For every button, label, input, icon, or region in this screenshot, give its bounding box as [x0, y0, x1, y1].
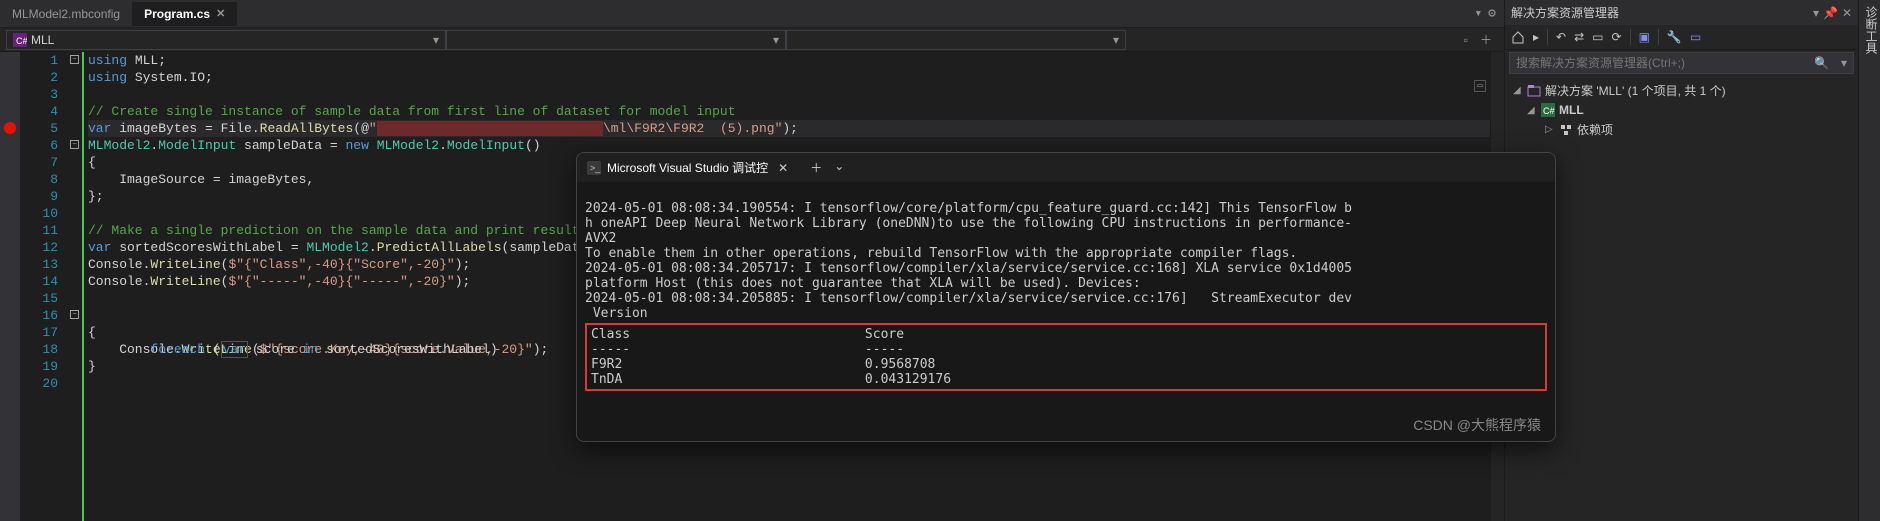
- caret-icon[interactable]: ▸: [1533, 30, 1539, 44]
- split-icon[interactable]: ▫: [1458, 33, 1474, 47]
- dependencies-icon: [1559, 123, 1573, 137]
- close-icon[interactable]: ✕: [1842, 6, 1852, 20]
- solution-explorer-header[interactable]: 解决方案资源管理器 ▾ 📌 ✕: [1505, 0, 1858, 25]
- search-icon[interactable]: 🔍: [1808, 56, 1835, 70]
- solution-label: 解决方案 'MLL' (1 个项目, 共 1 个): [1545, 82, 1726, 99]
- home-icon[interactable]: [1511, 30, 1525, 44]
- line-number-gutter: 1234567891011121314151617181920: [20, 52, 68, 521]
- overflow-icon[interactable]: ▾: [1474, 6, 1482, 21]
- console-output[interactable]: 2024-05-01 08:08:34.190554: I tensorflow…: [577, 182, 1555, 441]
- split-view-icon[interactable]: ▭: [1474, 80, 1486, 92]
- chevron-down-icon: ▾: [773, 33, 779, 47]
- breadcrumb-bar: C# MLL ▾ ▾ ▾ ▫ ＋: [0, 28, 1504, 52]
- chevron-down-icon[interactable]: ⌄: [834, 159, 844, 176]
- terminal-icon: >_: [587, 161, 601, 175]
- gear-icon[interactable]: ⚙: [1488, 6, 1496, 21]
- tab-label: MLModel2.mbconfig: [12, 7, 120, 21]
- close-icon[interactable]: ✕: [778, 161, 788, 175]
- csharp-icon: C#: [13, 33, 27, 47]
- collapse-icon[interactable]: ▣: [1639, 30, 1650, 44]
- svg-text:>_: >_: [590, 163, 601, 173]
- panel-title: 解决方案资源管理器: [1511, 4, 1813, 21]
- solution-explorer: 解决方案资源管理器 ▾ 📌 ✕ ▸ ↶ ⇄ ▭ ⟳ ▣ 🔧 ▭ 🔍 ▾ ◢: [1504, 0, 1858, 521]
- fold-icon[interactable]: −: [70, 55, 79, 64]
- fold-icon[interactable]: −: [70, 140, 79, 149]
- diagnostics-label: 诊断工具: [1864, 6, 1878, 54]
- sync-icon[interactable]: ⇄: [1574, 30, 1584, 44]
- document-tab-bar: MLModel2.mbconfig Program.cs ✕ ▾ ⚙: [0, 0, 1504, 28]
- expand-icon[interactable]: ◢: [1513, 85, 1523, 96]
- solution-root[interactable]: ◢ 解决方案 'MLL' (1 个项目, 共 1 个): [1509, 80, 1854, 101]
- project-name: MLL: [31, 33, 54, 47]
- chevron-down-icon[interactable]: ▾: [1835, 56, 1853, 70]
- watermark-text: CSDN @大熊程序猿: [1413, 415, 1541, 435]
- wrench-icon[interactable]: 🔧: [1667, 30, 1682, 44]
- solution-toolbar: ▸ ↶ ⇄ ▭ ⟳ ▣ 🔧 ▭: [1505, 25, 1858, 50]
- fold-gutter[interactable]: − − −: [68, 52, 82, 521]
- console-title: Microsoft Visual Studio 调试控: [607, 159, 768, 176]
- solution-tree[interactable]: ◢ 解决方案 'MLL' (1 个项目, 共 1 个) ◢ C# MLL ▷ 依…: [1505, 76, 1858, 144]
- dependencies-label: 依赖项: [1577, 121, 1613, 138]
- tab-label: Program.cs: [144, 7, 210, 21]
- project-dropdown[interactable]: C# MLL ▾: [6, 30, 446, 50]
- breakpoint-icon[interactable]: [4, 122, 16, 134]
- dropdown-icon[interactable]: ▾: [1813, 6, 1819, 20]
- svg-text:C#: C#: [16, 36, 27, 46]
- close-icon[interactable]: ✕: [216, 7, 225, 20]
- editor-pane: MLModel2.mbconfig Program.cs ✕ ▾ ⚙ C# ML…: [0, 0, 1504, 521]
- expand-icon[interactable]: ◢: [1527, 105, 1537, 116]
- add-icon[interactable]: ＋: [1474, 31, 1498, 48]
- csharp-project-icon: C#: [1541, 103, 1555, 117]
- solution-icon: [1527, 84, 1541, 98]
- search-input[interactable]: [1510, 53, 1808, 73]
- refresh-icon[interactable]: ⟳: [1612, 30, 1622, 44]
- project-node[interactable]: ◢ C# MLL: [1509, 101, 1854, 119]
- dependencies-node[interactable]: ▷ 依赖项: [1509, 119, 1854, 140]
- svg-text:C#: C#: [1543, 106, 1555, 116]
- solution-search[interactable]: 🔍 ▾: [1509, 52, 1854, 74]
- tab-program-cs[interactable]: Program.cs ✕: [132, 2, 237, 26]
- pin-icon[interactable]: 📌: [1823, 6, 1838, 20]
- fold-icon[interactable]: −: [70, 310, 79, 319]
- tab-mlmodel2[interactable]: MLModel2.mbconfig: [0, 2, 132, 26]
- chevron-down-icon: ▾: [1113, 33, 1119, 47]
- console-titlebar[interactable]: >_ Microsoft Visual Studio 调试控 ✕ ＋ ⌄: [577, 153, 1555, 182]
- diagnostics-tab[interactable]: 诊断工具: [1858, 0, 1880, 521]
- highlighted-output: Class Score ----- ----- F9R2 0.9568708 T…: [585, 323, 1547, 391]
- breakpoint-gutter[interactable]: [0, 52, 20, 521]
- show-all-icon[interactable]: ▭: [1592, 30, 1603, 44]
- chevron-down-icon: ▾: [433, 33, 439, 47]
- new-tab-icon[interactable]: ＋: [810, 159, 822, 176]
- back-icon[interactable]: ↶: [1556, 30, 1566, 44]
- properties-icon[interactable]: ▭: [1690, 30, 1701, 44]
- member-dropdown[interactable]: ▾: [446, 30, 786, 50]
- project-label: MLL: [1559, 103, 1584, 117]
- method-dropdown[interactable]: ▾: [786, 30, 1126, 50]
- debug-console-window: >_ Microsoft Visual Studio 调试控 ✕ ＋ ⌄ 202…: [576, 152, 1556, 442]
- expand-icon[interactable]: ▷: [1545, 124, 1555, 135]
